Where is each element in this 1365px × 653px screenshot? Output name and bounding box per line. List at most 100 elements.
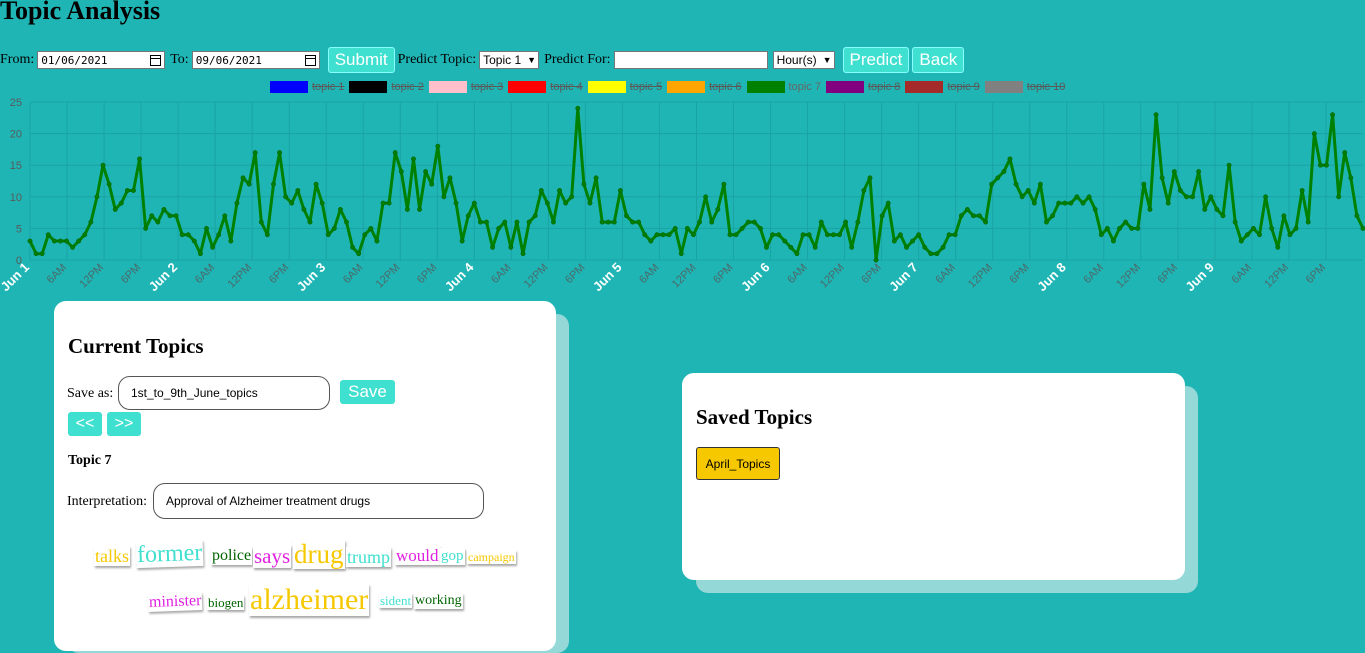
topic-heading: Topic 7 xyxy=(68,453,112,468)
legend-item[interactable]: topic 3 xyxy=(428,81,503,93)
x-tick-label: 12PM xyxy=(225,262,254,291)
legend-item[interactable]: topic 6 xyxy=(667,81,742,93)
calendar-icon[interactable] xyxy=(150,54,162,66)
data-point xyxy=(1050,213,1056,219)
interpretation-input[interactable]: Approval of Alzheimer treatment drugs xyxy=(153,483,484,519)
data-point xyxy=(234,200,240,206)
data-point xyxy=(374,238,380,244)
predict-for-input[interactable] xyxy=(613,51,768,69)
next-topic-button[interactable]: >> xyxy=(107,412,141,436)
data-point xyxy=(94,194,100,200)
data-point xyxy=(295,188,301,193)
save-as-input[interactable]: 1st_to_9th_June_topics xyxy=(118,376,330,410)
legend-item[interactable]: topic 1 xyxy=(270,81,344,93)
word-cloud-word: trump xyxy=(346,547,391,567)
data-point xyxy=(885,200,891,206)
data-point xyxy=(751,219,757,225)
data-point xyxy=(1159,175,1165,181)
x-tick-label: 6AM xyxy=(193,262,217,286)
x-tick-label: 6PM xyxy=(1155,262,1179,286)
previous-topic-button[interactable]: << xyxy=(68,412,102,436)
data-point xyxy=(788,244,794,250)
data-point xyxy=(910,238,916,244)
calendar-icon[interactable] xyxy=(304,54,316,66)
data-point xyxy=(1336,194,1342,200)
data-point xyxy=(1007,156,1013,162)
submit-button[interactable]: Submit xyxy=(327,47,395,73)
data-point xyxy=(697,219,702,225)
data-point xyxy=(33,251,39,257)
data-point xyxy=(57,238,63,244)
current-topics-panel: Current Topics Save as: 1st_to_9th_June_… xyxy=(54,301,556,651)
word-cloud-word: police xyxy=(211,547,253,565)
legend-label: topic 6 xyxy=(709,81,742,93)
legend-item[interactable]: topic 9 xyxy=(905,81,980,93)
legend-swatch xyxy=(587,81,626,93)
x-tick-label: 12PM xyxy=(818,262,847,291)
to-date-input[interactable]: 09/06/2021 xyxy=(191,51,320,69)
topic-trend-chart: 0510152025Jun 1 6AM 12PM 6PM Jun 2 6AM 12PM 6PM… xyxy=(0,97,1365,295)
data-point xyxy=(161,206,167,212)
legend-label: topic 2 xyxy=(391,81,424,93)
legend-swatch xyxy=(746,81,785,93)
data-point xyxy=(581,181,587,187)
saved-topic-chip[interactable]: April_Topics xyxy=(696,447,780,480)
data-point xyxy=(88,219,94,225)
legend-item[interactable]: topic 8 xyxy=(825,81,900,93)
data-point xyxy=(258,219,264,225)
data-point xyxy=(940,244,946,250)
back-button[interactable]: Back xyxy=(912,47,965,73)
data-point xyxy=(508,244,514,250)
legend-item[interactable]: topic 5 xyxy=(587,81,662,93)
data-point xyxy=(1019,194,1025,200)
word-cloud-word: gop xyxy=(440,548,465,565)
data-point xyxy=(806,232,812,238)
data-point xyxy=(764,244,769,250)
data-point xyxy=(1257,232,1262,238)
data-point xyxy=(289,200,295,206)
data-point xyxy=(989,181,995,187)
time-unit-select[interactable]: Hour(s) ▼ xyxy=(772,51,835,69)
word-cloud-word: minister xyxy=(147,592,203,612)
data-point xyxy=(429,181,435,187)
data-point xyxy=(240,175,246,181)
data-point xyxy=(599,219,605,225)
data-point xyxy=(904,244,909,250)
x-tick-label: Jun 5 xyxy=(590,260,625,295)
x-tick-label: 6PM xyxy=(563,262,587,286)
predict-topic-select[interactable]: Topic 1 ▼ xyxy=(479,51,540,69)
data-point xyxy=(946,232,952,238)
x-tick-label: 12PM xyxy=(374,262,403,291)
chevron-down-icon: ▼ xyxy=(822,55,832,65)
data-point xyxy=(1025,188,1031,193)
data-point xyxy=(149,213,155,219)
data-point xyxy=(179,232,185,238)
save-button[interactable]: Save xyxy=(340,380,395,404)
x-tick-label: 12PM xyxy=(966,262,995,291)
from-date-input[interactable]: 01/06/2021 xyxy=(37,51,166,69)
chart-legend: topic 1 topic 2 topic 3 topic 4 topic 5 topic… xyxy=(270,79,1070,95)
data-point xyxy=(891,238,897,244)
legend-swatch xyxy=(349,81,388,93)
x-tick-label: Jun 2 xyxy=(146,260,181,295)
legend-item[interactable]: topic 10 xyxy=(984,81,1065,93)
word-cloud-word: alzheimer xyxy=(249,583,370,616)
legend-item[interactable]: topic 4 xyxy=(508,81,583,93)
legend-swatch xyxy=(270,81,308,93)
legend-label: topic 1 xyxy=(312,81,345,93)
data-point xyxy=(782,238,788,244)
data-point xyxy=(191,238,197,244)
data-point xyxy=(313,181,319,187)
data-point xyxy=(648,238,654,244)
predict-button[interactable]: Predict xyxy=(842,47,910,73)
data-point xyxy=(654,232,660,238)
data-point xyxy=(1190,194,1196,200)
data-point xyxy=(934,251,940,257)
data-point xyxy=(776,232,782,238)
legend-item[interactable]: topic 7 xyxy=(746,81,821,93)
legend-item[interactable]: topic 2 xyxy=(349,81,424,93)
data-point xyxy=(301,206,307,212)
data-point xyxy=(344,219,349,225)
data-point xyxy=(611,219,617,225)
data-point xyxy=(331,225,337,231)
